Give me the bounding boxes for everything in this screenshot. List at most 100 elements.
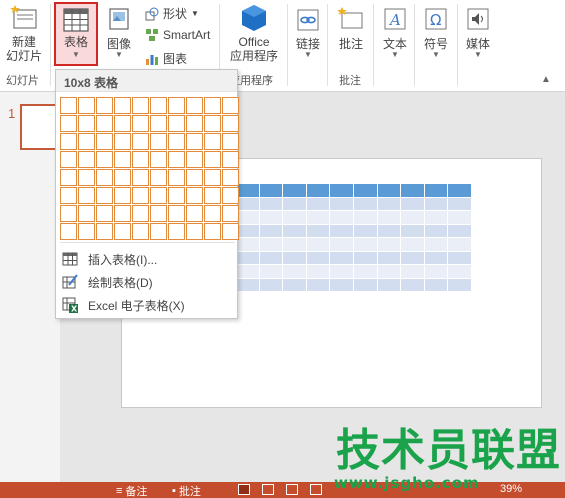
slide-sorter-view-icon[interactable] bbox=[262, 484, 274, 495]
symbol-button[interactable]: Ω 符号 ▼ bbox=[420, 6, 452, 59]
grid-cell[interactable] bbox=[186, 97, 203, 114]
grid-cell[interactable] bbox=[114, 133, 131, 150]
grid-cell[interactable] bbox=[168, 187, 185, 204]
grid-cell[interactable] bbox=[150, 187, 167, 204]
grid-cell[interactable] bbox=[78, 133, 95, 150]
grid-cell[interactable] bbox=[78, 115, 95, 132]
grid-cell[interactable] bbox=[60, 151, 77, 168]
table-button[interactable]: 表格 ▼ bbox=[54, 2, 98, 66]
grid-cell[interactable] bbox=[204, 151, 221, 168]
grid-cell[interactable] bbox=[114, 205, 131, 222]
smartart-button[interactable]: SmartArt bbox=[145, 28, 210, 42]
grid-cell[interactable] bbox=[150, 151, 167, 168]
grid-cell[interactable] bbox=[204, 115, 221, 132]
grid-cell[interactable] bbox=[114, 187, 131, 204]
insert-table-menu-item[interactable]: 插入表格(I)... bbox=[58, 248, 236, 270]
grid-cell[interactable] bbox=[96, 133, 113, 150]
grid-cell[interactable] bbox=[78, 97, 95, 114]
grid-cell[interactable] bbox=[186, 169, 203, 186]
comment-button[interactable]: 批注 bbox=[334, 6, 368, 51]
grid-cell[interactable] bbox=[186, 223, 203, 240]
normal-view-icon[interactable] bbox=[238, 484, 250, 495]
grid-cell[interactable] bbox=[204, 133, 221, 150]
text-button[interactable]: A 文本 ▼ bbox=[379, 6, 411, 59]
notes-button[interactable]: ≡ 备注 bbox=[116, 483, 147, 498]
grid-cell[interactable] bbox=[204, 97, 221, 114]
grid-cell[interactable] bbox=[96, 223, 113, 240]
grid-cell[interactable] bbox=[222, 151, 239, 168]
new-slide-button[interactable]: 新建 幻灯片 bbox=[4, 4, 44, 63]
office-apps-button[interactable]: Office 应用程序 bbox=[226, 4, 282, 63]
grid-cell[interactable] bbox=[114, 223, 131, 240]
grid-cell[interactable] bbox=[222, 169, 239, 186]
grid-cell[interactable] bbox=[114, 151, 131, 168]
grid-cell[interactable] bbox=[204, 223, 221, 240]
grid-cell[interactable] bbox=[168, 133, 185, 150]
grid-cell[interactable] bbox=[78, 205, 95, 222]
slide-thumbnail[interactable] bbox=[20, 104, 60, 150]
excel-spreadsheet-menu-item[interactable]: X Excel 电子表格(X) bbox=[58, 294, 236, 316]
grid-cell[interactable] bbox=[150, 223, 167, 240]
grid-cell[interactable] bbox=[168, 115, 185, 132]
grid-cell[interactable] bbox=[222, 205, 239, 222]
comments-button[interactable]: ▪ 批注 bbox=[172, 483, 201, 498]
image-button[interactable]: 图像 ▼ bbox=[103, 6, 135, 59]
grid-cell[interactable] bbox=[114, 115, 131, 132]
grid-cell[interactable] bbox=[168, 97, 185, 114]
grid-cell[interactable] bbox=[78, 151, 95, 168]
link-button[interactable]: 链接 ▼ bbox=[292, 6, 324, 59]
slideshow-view-icon[interactable] bbox=[310, 484, 322, 495]
grid-cell[interactable] bbox=[96, 205, 113, 222]
grid-cell[interactable] bbox=[78, 223, 95, 240]
grid-cell[interactable] bbox=[222, 223, 239, 240]
reading-view-icon[interactable] bbox=[286, 484, 298, 495]
grid-cell[interactable] bbox=[78, 187, 95, 204]
grid-cell[interactable] bbox=[132, 97, 149, 114]
grid-cell[interactable] bbox=[150, 133, 167, 150]
grid-cell[interactable] bbox=[114, 169, 131, 186]
grid-cell[interactable] bbox=[186, 187, 203, 204]
grid-cell[interactable] bbox=[96, 169, 113, 186]
grid-cell[interactable] bbox=[78, 169, 95, 186]
grid-cell[interactable] bbox=[186, 151, 203, 168]
grid-cell[interactable] bbox=[60, 205, 77, 222]
grid-cell[interactable] bbox=[132, 187, 149, 204]
grid-cell[interactable] bbox=[132, 169, 149, 186]
grid-cell[interactable] bbox=[150, 115, 167, 132]
grid-cell[interactable] bbox=[204, 169, 221, 186]
grid-cell[interactable] bbox=[96, 115, 113, 132]
shapes-button[interactable]: 形状 ▼ bbox=[145, 5, 199, 22]
grid-cell[interactable] bbox=[132, 223, 149, 240]
draw-table-menu-item[interactable]: 绘制表格(D) bbox=[58, 271, 236, 293]
grid-cell[interactable] bbox=[60, 187, 77, 204]
grid-cell[interactable] bbox=[132, 133, 149, 150]
grid-cell[interactable] bbox=[150, 205, 167, 222]
grid-cell[interactable] bbox=[96, 97, 113, 114]
grid-cell[interactable] bbox=[60, 169, 77, 186]
grid-cell[interactable] bbox=[132, 205, 149, 222]
collapse-ribbon-icon[interactable]: ▲ bbox=[541, 74, 551, 85]
grid-cell[interactable] bbox=[60, 115, 77, 132]
grid-cell[interactable] bbox=[222, 187, 239, 204]
grid-cell[interactable] bbox=[96, 151, 113, 168]
grid-cell[interactable] bbox=[60, 133, 77, 150]
table-size-grid[interactable] bbox=[60, 97, 239, 240]
grid-cell[interactable] bbox=[204, 187, 221, 204]
grid-cell[interactable] bbox=[168, 169, 185, 186]
grid-cell[interactable] bbox=[150, 97, 167, 114]
media-button[interactable]: 媒体 ▼ bbox=[462, 6, 494, 59]
grid-cell[interactable] bbox=[60, 223, 77, 240]
grid-cell[interactable] bbox=[132, 115, 149, 132]
grid-cell[interactable] bbox=[222, 133, 239, 150]
chart-button[interactable]: 图表 bbox=[145, 50, 187, 67]
grid-cell[interactable] bbox=[60, 97, 77, 114]
grid-cell[interactable] bbox=[168, 205, 185, 222]
grid-cell[interactable] bbox=[132, 151, 149, 168]
grid-cell[interactable] bbox=[186, 133, 203, 150]
zoom-level[interactable]: 39% bbox=[500, 483, 522, 495]
grid-cell[interactable] bbox=[204, 205, 221, 222]
grid-cell[interactable] bbox=[186, 115, 203, 132]
grid-cell[interactable] bbox=[186, 205, 203, 222]
grid-cell[interactable] bbox=[114, 97, 131, 114]
grid-cell[interactable] bbox=[222, 97, 239, 114]
